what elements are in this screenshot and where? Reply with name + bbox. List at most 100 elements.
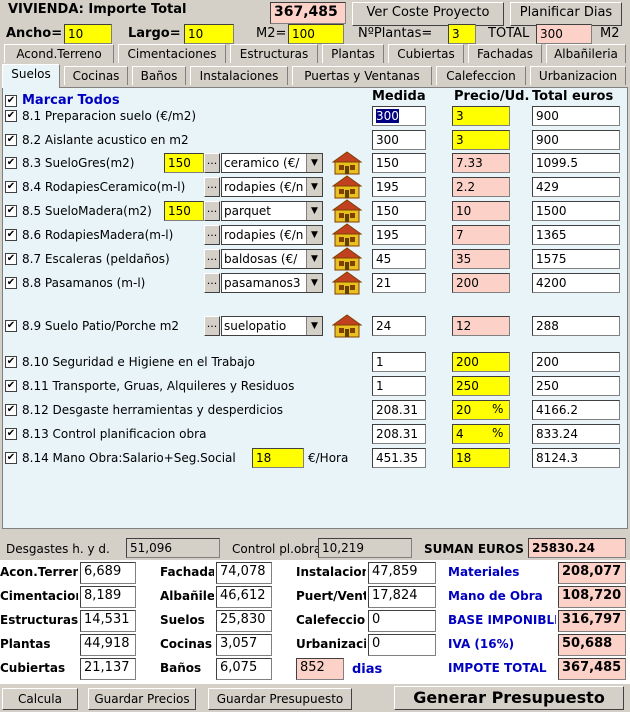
row-checkbox[interactable]: ✔ (5, 452, 17, 464)
row-select[interactable]: rodapies (€/n ▼ (221, 225, 323, 245)
row-qty-input[interactable]: 150 (164, 201, 204, 221)
house-icon[interactable] (332, 247, 362, 271)
row-dots-button[interactable]: ... (204, 177, 220, 197)
tab-suelos[interactable]: Suelos (2, 64, 60, 88)
row-select[interactable]: parquet ▼ (221, 201, 323, 221)
tab-calefeccion[interactable]: Calefeccion (436, 66, 526, 85)
row-precio-field[interactable]: 200 (452, 352, 510, 372)
row-select[interactable]: suelopatio ▼ (221, 316, 323, 336)
total-label: TOTAL (488, 26, 530, 41)
guardar-precios-button[interactable]: Guardar Precios (88, 688, 196, 710)
tab-estructuras[interactable]: Estructuras (230, 44, 318, 63)
row-select[interactable]: baldosas (€/ ▼ (221, 249, 323, 269)
tab-acond-terreno[interactable]: Acond.Terreno (4, 44, 114, 63)
row-qty-input[interactable]: 150 (164, 153, 204, 173)
total-unit-label: M2 (600, 26, 620, 41)
row-total-field: 429 (532, 177, 620, 197)
row-checkbox[interactable]: ✔ (5, 134, 17, 146)
row-dots-button[interactable]: ... (204, 273, 220, 293)
tab-urbanizacion[interactable]: Urbanizacion (530, 66, 626, 85)
row-medida-field[interactable]: 195 (372, 177, 426, 197)
row-medida-field[interactable]: 150 (372, 153, 426, 173)
row-checkbox[interactable]: ✔ (5, 404, 17, 416)
row-checkbox[interactable]: ✔ (5, 320, 17, 332)
marcar-todos-label: Marcar Todos (22, 93, 120, 108)
row-checkbox[interactable]: ✔ (5, 205, 17, 217)
col-medida-header: Medida (372, 89, 426, 104)
row-dots-button[interactable]: ... (204, 249, 220, 269)
row-precio-field[interactable]: 18 (452, 448, 510, 468)
row-precio-field[interactable]: 3 (452, 130, 510, 150)
row-medida-field[interactable]: 208.31 (372, 400, 426, 420)
row-dots-button[interactable]: ... (204, 201, 220, 221)
row-precio-field[interactable]: 12 (452, 316, 510, 336)
ver-coste-button[interactable]: Ver Coste Proyecto (352, 2, 504, 26)
house-icon[interactable] (332, 175, 362, 199)
row-total-field: 4166.2 (532, 400, 620, 420)
guardar-presupuesto-button[interactable]: Guardar Presupuesto (208, 688, 352, 710)
row-medida-value: 195 (376, 180, 399, 194)
house-icon[interactable] (332, 223, 362, 247)
row-checkbox[interactable]: ✔ (5, 380, 17, 392)
row-checkbox[interactable]: ✔ (5, 110, 17, 122)
row-medida-field[interactable]: 21 (372, 273, 426, 293)
largo-input[interactable]: 10 (184, 24, 234, 44)
row-medida-field[interactable]: 1 (372, 376, 426, 396)
row-medida-field[interactable]: 1 (372, 352, 426, 372)
row-precio-field[interactable]: 2.2 (452, 177, 510, 197)
calcula-button[interactable]: Calcula (2, 688, 78, 710)
row-medida-field[interactable]: 195 (372, 225, 426, 245)
tab-puertas-ventanas[interactable]: Puertas y Ventanas (292, 66, 432, 85)
row-checkbox[interactable]: ✔ (5, 277, 17, 289)
tab-instalaciones[interactable]: Instalaciones (190, 66, 288, 85)
row-medida-field[interactable]: 45 (372, 249, 426, 269)
planificar-button[interactable]: Planificar Dias (510, 2, 622, 26)
house-icon[interactable] (332, 314, 362, 338)
row-select[interactable]: ceramico (€/ ▼ (221, 153, 323, 173)
row-dots-button[interactable]: ... (204, 225, 220, 245)
tab-albanileria[interactable]: Albañileria (546, 44, 626, 63)
row-checkbox[interactable]: ✔ (5, 428, 17, 440)
row-medida-field[interactable]: 300 (372, 106, 426, 126)
tab-cimentaciones[interactable]: Cimentaciones (118, 44, 226, 63)
row-dots-button[interactable]: ... (204, 153, 220, 173)
row-qty-input[interactable]: 18 (252, 448, 304, 468)
ancho-label: Ancho= (6, 26, 63, 41)
marcar-todos-checkbox[interactable]: ✔ (5, 95, 17, 107)
row-precio-field[interactable]: 200 (452, 273, 510, 293)
row-checkbox[interactable]: ✔ (5, 181, 17, 193)
row-select[interactable]: rodapies (€/n ▼ (221, 177, 323, 197)
row-medida-value: 208.31 (376, 403, 418, 417)
row-precio-field[interactable]: 10 (452, 201, 510, 221)
row-checkbox[interactable]: ✔ (5, 356, 17, 368)
row-select[interactable]: pasamanos3 ▼ (221, 273, 323, 293)
nplantas-input[interactable]: 3 (448, 24, 476, 44)
row-medida-value: 208.31 (376, 427, 418, 441)
tab-plantas[interactable]: Plantas (322, 44, 384, 63)
row-checkbox[interactable]: ✔ (5, 157, 17, 169)
row-medida-field[interactable]: 300 (372, 130, 426, 150)
row-checkbox[interactable]: ✔ (5, 253, 17, 265)
tab-fachadas[interactable]: Fachadas (468, 44, 542, 63)
row-precio-field[interactable]: 7 (452, 225, 510, 245)
house-icon[interactable] (332, 271, 362, 295)
tab-cocinas[interactable]: Cocinas (64, 66, 128, 85)
row-medida-field[interactable]: 451.35 (372, 448, 426, 468)
row-precio-field[interactable]: 250 (452, 376, 510, 396)
row-precio-field[interactable]: 7.33 (452, 153, 510, 173)
row-dots-button[interactable]: ... (204, 316, 220, 336)
row-medida-field[interactable]: 208.31 (372, 424, 426, 444)
tab-cubiertas[interactable]: Cubiertas (388, 44, 464, 63)
row-medida-value: 300 (376, 133, 399, 147)
house-icon[interactable] (332, 199, 362, 223)
row-precio-field[interactable]: 3 (452, 106, 510, 126)
row-checkbox[interactable]: ✔ (5, 229, 17, 241)
house-icon[interactable] (332, 151, 362, 175)
tab-banos[interactable]: Baños (132, 66, 186, 85)
generar-presupuesto-button[interactable]: Generar Presupuesto (394, 686, 624, 710)
ancho-input[interactable]: 10 (64, 24, 112, 44)
row-medida-field[interactable]: 24 (372, 316, 426, 336)
row-medida-field[interactable]: 150 (372, 201, 426, 221)
chevron-down-icon: ▼ (306, 250, 322, 268)
row-precio-field[interactable]: 35 (452, 249, 510, 269)
